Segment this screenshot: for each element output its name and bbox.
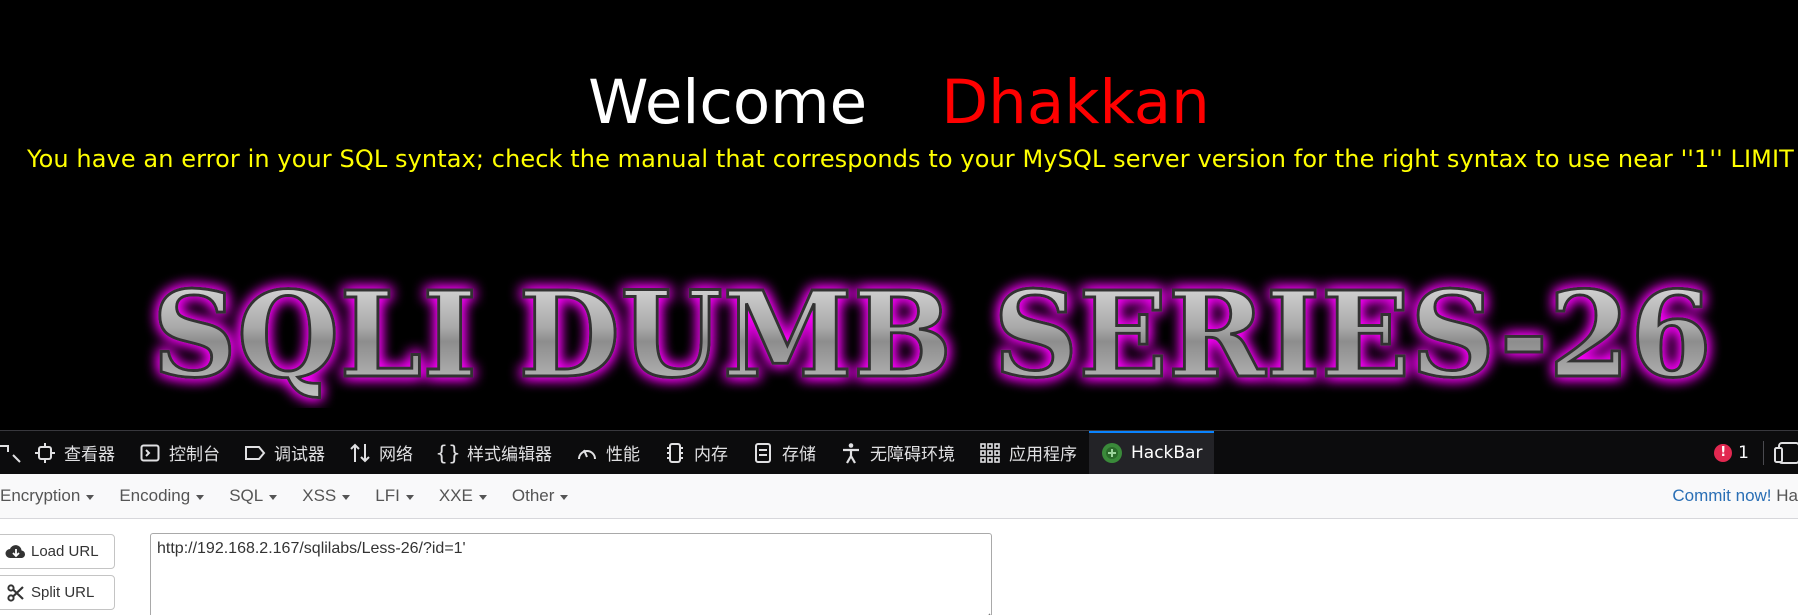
storage-icon — [752, 442, 774, 464]
error-icon: ! — [1714, 443, 1733, 462]
tab-inspector[interactable]: 查看器 — [22, 431, 127, 475]
encoding-dropdown[interactable]: Encoding — [119, 486, 205, 506]
hackbar-menu-bar: Encryption Encoding SQL XSS LFI XXE Othe… — [0, 474, 1798, 519]
network-icon — [349, 442, 371, 464]
welcome-text: Welcome — [588, 67, 868, 138]
other-dropdown[interactable]: Other — [512, 486, 569, 506]
banner-text: SQLI DUMB SERIES-26 — [152, 268, 1712, 404]
responsive-design-icon — [1774, 441, 1798, 464]
split-url-button[interactable]: Split URL — [0, 575, 115, 610]
commit-now-link[interactable]: Commit now! Ha — [1672, 486, 1798, 506]
console-icon — [139, 442, 161, 464]
application-icon — [979, 442, 1001, 464]
commit-link-text: Commit now! — [1672, 486, 1772, 505]
welcome-heading: Welcome Dhakkan — [0, 66, 1798, 140]
tab-label: 查看器 — [64, 445, 115, 465]
toolbar-divider — [1763, 440, 1764, 465]
caret-down-icon — [405, 494, 414, 500]
debugger-icon — [244, 442, 266, 464]
caret-down-icon — [269, 494, 278, 500]
dropdown-label: XSS — [302, 486, 337, 505]
accessibility-icon — [840, 442, 862, 464]
tab-label: 性能 — [606, 445, 640, 465]
style-editor-icon: {} — [435, 440, 461, 465]
error-count-indicator[interactable]: ! 1 — [1704, 443, 1759, 463]
element-picker-button[interactable] — [0, 431, 22, 475]
tab-network[interactable]: 网络 — [337, 431, 425, 475]
scissors-icon — [5, 583, 27, 603]
url-input[interactable]: http://192.168.2.167/sqlilabs/Less-26/?i… — [150, 533, 992, 615]
tab-label: HackBar — [1131, 442, 1203, 463]
series-banner-image: SQLI DUMB SERIES-26 — [151, 268, 1714, 406]
caret-down-icon — [86, 494, 95, 500]
memory-icon — [664, 442, 686, 464]
inspector-icon — [34, 442, 56, 464]
tab-accessibility[interactable]: 无障碍环境 — [828, 431, 967, 475]
dropdown-label: XXE — [438, 486, 473, 505]
tab-storage[interactable]: 存储 — [740, 431, 828, 475]
tab-label: 网络 — [379, 445, 413, 465]
caret-down-icon — [342, 494, 351, 500]
tab-label: 无障碍环境 — [870, 445, 955, 465]
caret-down-icon — [478, 494, 487, 500]
caret-down-icon — [196, 494, 205, 500]
picker-icon — [0, 444, 21, 463]
tab-debugger[interactable]: 调试器 — [232, 431, 337, 475]
tab-label: 存储 — [782, 445, 816, 465]
sql-dropdown[interactable]: SQL — [229, 486, 278, 506]
tab-hackbar[interactable]: HackBar — [1089, 430, 1215, 475]
cloud-download-icon — [5, 542, 27, 562]
load-url-button[interactable]: Load URL — [0, 534, 115, 569]
tab-label: 样式编辑器 — [467, 445, 552, 465]
tab-label: 控制台 — [169, 445, 220, 465]
tab-console[interactable]: 控制台 — [127, 431, 232, 475]
hackbar-panel: Load URL Split URL http://192.168.2.167/… — [0, 519, 1798, 615]
tab-memory[interactable]: 内存 — [652, 431, 740, 475]
browser-window: Welcome Dhakkan You have an error in your… — [0, 0, 1798, 615]
dropdown-label: Encryption — [0, 486, 81, 505]
xss-dropdown[interactable]: XSS — [302, 486, 351, 506]
tab-label: 调试器 — [274, 445, 325, 465]
xxe-dropdown[interactable]: XXE — [439, 486, 487, 506]
encryption-dropdown[interactable]: Encryption — [0, 486, 95, 506]
page-content: Welcome Dhakkan You have an error in your… — [0, 0, 1798, 430]
tab-style-editor[interactable]: {} 样式编辑器 — [425, 431, 564, 475]
commit-trailing-text: Ha — [1776, 486, 1798, 505]
tab-performance[interactable]: 性能 — [564, 431, 652, 475]
username-text: Dhakkan — [941, 67, 1210, 138]
caret-down-icon — [560, 494, 569, 500]
dropdown-label: LFI — [375, 486, 400, 505]
performance-icon — [576, 442, 598, 464]
error-count: 1 — [1738, 442, 1749, 463]
dropdown-label: SQL — [229, 486, 264, 505]
tab-label: 应用程序 — [1009, 445, 1077, 465]
hackbar-icon — [1101, 442, 1123, 464]
devtools-right-controls: ! 1 — [1704, 431, 1798, 475]
responsive-design-mode-button[interactable] — [1774, 440, 1798, 466]
tab-application[interactable]: 应用程序 — [967, 431, 1089, 475]
sql-error-message: You have an error in your SQL syntax; ch… — [27, 145, 1798, 173]
split-url-label: Split URL — [31, 584, 95, 601]
tab-label: 内存 — [694, 445, 728, 465]
dropdown-label: Encoding — [119, 486, 191, 505]
dropdown-label: Other — [511, 486, 555, 505]
devtools-toolbar: 查看器 控制台 调试器 网络 {} 样式编辑器 性能 内存 存储 无障碍环境 应… — [0, 430, 1798, 475]
load-url-label: Load URL — [31, 543, 99, 560]
lfi-dropdown[interactable]: LFI — [375, 486, 414, 506]
